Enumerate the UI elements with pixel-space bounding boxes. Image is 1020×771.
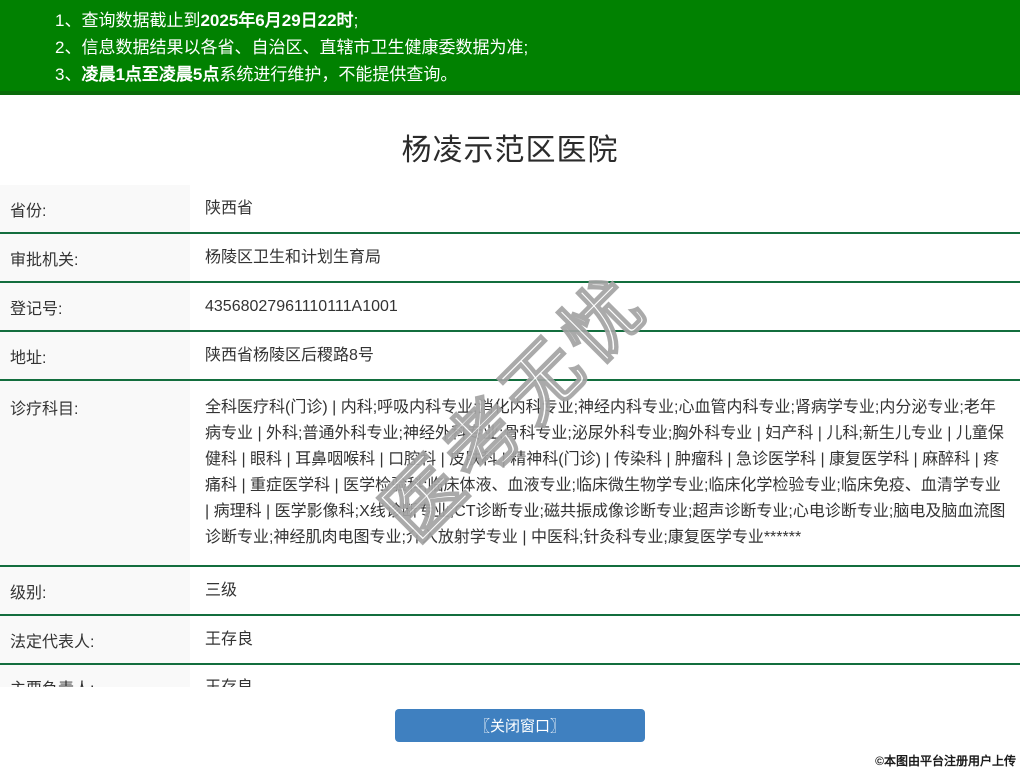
- row-label: 地址:: [0, 332, 190, 379]
- row-label: 登记号:: [0, 283, 190, 330]
- row-value: 陕西省: [190, 196, 1020, 222]
- row-label: 审批机关:: [0, 234, 190, 281]
- title-section: 杨凌示范区医院: [0, 95, 1020, 185]
- table-row-province: 省份: 陕西省: [0, 185, 1020, 234]
- row-label: 法定代表人:: [0, 616, 190, 663]
- table-row-main-person-in-charge: 主要负责人: 王存良: [0, 665, 1020, 687]
- row-value: 王存良: [190, 665, 1020, 687]
- table-row-level: 级别: 三级: [0, 567, 1020, 616]
- table-row-legal-representative: 法定代表人: 王存良: [0, 616, 1020, 665]
- table-row-departments: 诊疗科目: 全科医疗科(门诊) | 内科;呼吸内科专业;消化内科专业;神经内科专…: [0, 381, 1020, 567]
- row-label: 诊疗科目:: [0, 381, 190, 565]
- notice-line-1: 1、查询数据截止到2025年6月29日22时;: [55, 7, 1020, 34]
- notice-1-bold: 2025年6月29日22时: [200, 11, 353, 30]
- table-row-registration-number: 登记号: 43568027961110111A1001: [0, 283, 1020, 332]
- table-row-approval-authority: 审批机关: 杨陵区卫生和计划生育局: [0, 234, 1020, 283]
- notice-3-bold: 凌晨1点至凌晨5点: [81, 65, 219, 84]
- notice-line-2: 2、信息数据结果以各省、自治区、直辖市卫生健康委数据为准;: [55, 34, 1020, 61]
- button-area: 〖关闭窗口〗: [0, 709, 1020, 742]
- row-value: 杨陵区卫生和计划生育局: [190, 245, 1020, 271]
- notice-3-text: 3、: [55, 65, 81, 84]
- row-label: 主要负责人:: [0, 665, 190, 687]
- row-label: 省份:: [0, 185, 190, 232]
- notice-line-3: 3、凌晨1点至凌晨5点系统进行维护，不能提供查询。: [55, 61, 1020, 88]
- notice-2-text: 2、信息数据结果以各省、自治区、直辖市卫生健康委数据为准;: [55, 38, 528, 57]
- notice-header: 1、查询数据截止到2025年6月29日22时; 2、信息数据结果以各省、自治区、…: [0, 0, 1020, 95]
- row-label: 级别:: [0, 567, 190, 614]
- notice-1-suffix: ;: [354, 11, 359, 30]
- row-value: 陕西省杨陵区后稷路8号: [190, 343, 1020, 369]
- notice-3-suffix: 系统进行维护，不能提供查询。: [219, 65, 457, 84]
- table-row-address: 地址: 陕西省杨陵区后稷路8号: [0, 332, 1020, 381]
- close-window-button[interactable]: 〖关闭窗口〗: [395, 709, 645, 742]
- row-value: 三级: [190, 578, 1020, 604]
- page-title: 杨凌示范区医院: [0, 95, 1020, 169]
- footer-upload-note: ©本图由平台注册用户上传: [875, 752, 1016, 769]
- row-value: 全科医疗科(门诊) | 内科;呼吸内科专业;消化内科专业;神经内科专业;心血管内…: [190, 381, 1020, 565]
- notice-1-text: 1、查询数据截止到: [55, 11, 200, 30]
- row-value: 43568027961110111A1001: [190, 294, 1020, 320]
- row-value: 王存良: [190, 627, 1020, 653]
- hospital-info-table: 省份: 陕西省 审批机关: 杨陵区卫生和计划生育局 登记号: 435680279…: [0, 185, 1020, 687]
